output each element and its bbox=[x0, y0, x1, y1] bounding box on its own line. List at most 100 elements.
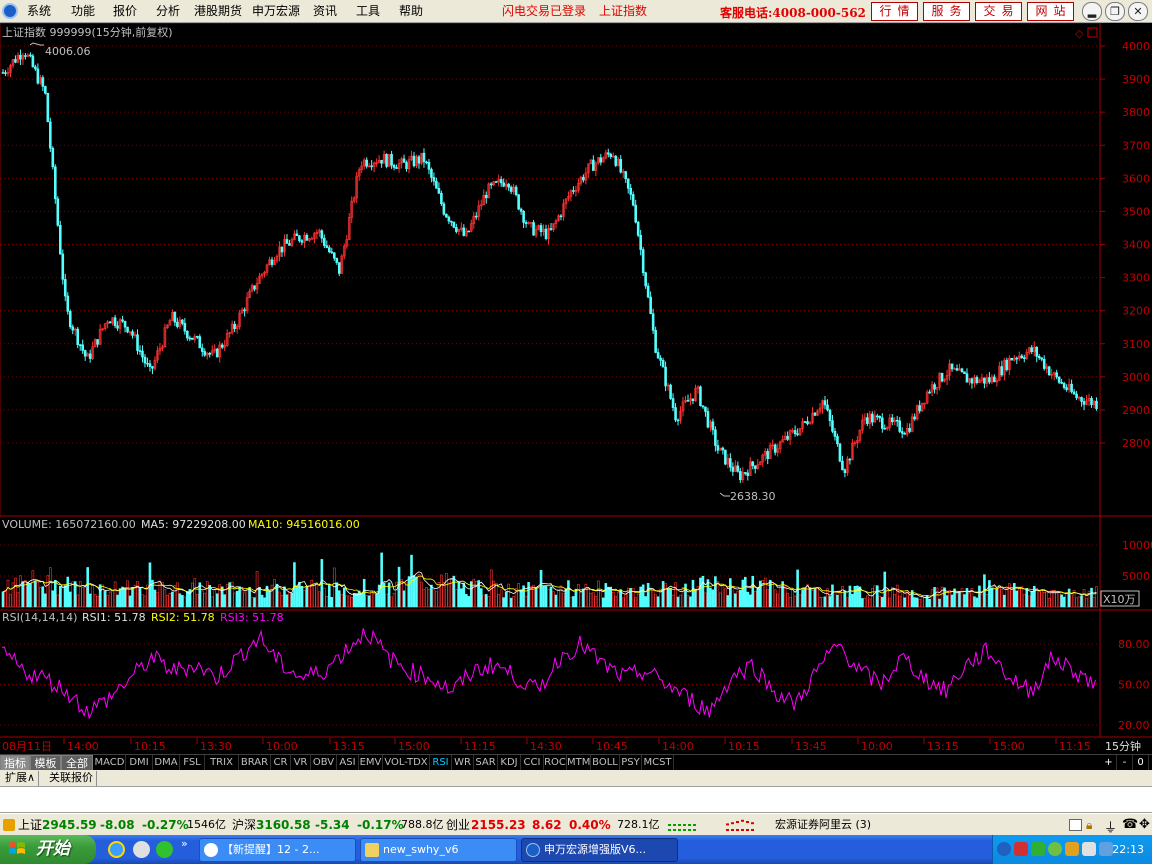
website-button[interactable]: 网站 bbox=[1027, 2, 1074, 21]
volume-bar bbox=[701, 575, 705, 608]
sh-price[interactable]: 2945.59 bbox=[42, 818, 97, 832]
hs-price[interactable]: 3160.58 bbox=[256, 818, 311, 832]
menu-system[interactable]: 系统 bbox=[27, 3, 51, 19]
indicator-tab-obv[interactable]: OBV bbox=[311, 755, 337, 771]
candle-body bbox=[138, 350, 142, 352]
maximize-pane-icon[interactable] bbox=[1087, 27, 1098, 38]
period-label[interactable]: 15分钟 bbox=[1105, 739, 1141, 753]
volume-bar bbox=[283, 586, 286, 608]
candle-body bbox=[674, 407, 677, 421]
flash-trade-status[interactable]: 闪电交易已登录 bbox=[502, 3, 586, 19]
volume-bar bbox=[517, 583, 520, 608]
menu-news[interactable]: 资讯 bbox=[313, 3, 337, 19]
indicator-tab-wr[interactable]: WR bbox=[452, 755, 474, 771]
task-folder[interactable]: new_swhy_v6 bbox=[360, 838, 517, 862]
kline-chart[interactable]: 4000 3900 3800 3700 3600 3500 3400 3300 3200 3100… bbox=[0, 23, 1152, 738]
window-icon[interactable] bbox=[1069, 819, 1082, 831]
quicklaunch-more-icon[interactable]: » bbox=[181, 837, 188, 850]
indicator-tab-cr[interactable]: CR bbox=[271, 755, 291, 771]
indicator-tab-macd[interactable]: MACD bbox=[94, 755, 126, 771]
tray-network-icon[interactable] bbox=[1099, 842, 1113, 856]
restore-icon[interactable]: ❐ bbox=[1105, 2, 1125, 21]
clock[interactable]: 22:13 bbox=[1112, 843, 1144, 856]
volume-bar bbox=[452, 575, 456, 608]
indicator-tab-rsi[interactable]: RSI bbox=[430, 755, 452, 771]
minimize-icon[interactable]: ▂ bbox=[1082, 2, 1102, 21]
reset-pane-button[interactable]: 0 bbox=[1133, 755, 1149, 771]
volume-bar bbox=[118, 588, 122, 608]
volume-bar bbox=[88, 593, 92, 608]
task-reminder[interactable]: 【新提醒】12 - 2... bbox=[199, 838, 356, 862]
settings-icon[interactable]: ✥ bbox=[1139, 817, 1150, 832]
indicator-tab-mcst[interactable]: MCST bbox=[642, 755, 674, 771]
menu-hk-futures[interactable]: 港股期货 bbox=[194, 3, 242, 19]
volume-bar bbox=[582, 588, 585, 608]
chart-area[interactable]: 4000 3900 3800 3700 3600 3500 3400 3300 3200 3100… bbox=[0, 23, 1152, 738]
menu-swhy[interactable]: 申万宏源 bbox=[252, 3, 300, 19]
app-logo-icon[interactable] bbox=[2, 3, 18, 19]
volume-bar bbox=[138, 586, 142, 608]
current-index-link[interactable]: 上证指数 bbox=[599, 3, 647, 19]
browser-icon[interactable] bbox=[156, 841, 173, 858]
indicator-tab-cci[interactable]: CCI bbox=[521, 755, 544, 771]
indicator-tab-brar[interactable]: BRAR bbox=[239, 755, 271, 771]
tray-play-icon[interactable] bbox=[1048, 842, 1062, 856]
tab-all[interactable]: 全部 bbox=[61, 755, 93, 771]
task-swhy-app[interactable]: 申万宏源增强版V6... bbox=[521, 838, 678, 862]
tray-arrow-icon[interactable] bbox=[997, 842, 1011, 856]
indicator-tab-fsl[interactable]: FSL bbox=[180, 755, 205, 771]
candle-body bbox=[36, 68, 40, 84]
signal-icon[interactable]: ⏚ bbox=[1104, 817, 1117, 836]
diamond-icon[interactable]: ◇ bbox=[1075, 27, 1084, 40]
cy-price[interactable]: 2155.23 bbox=[471, 818, 526, 832]
tray-volume-icon[interactable] bbox=[1082, 842, 1096, 856]
tray-app-icon[interactable] bbox=[1014, 842, 1028, 856]
broadcast-icon[interactable]: ☎ bbox=[1122, 817, 1138, 832]
indicator-tab-mtm[interactable]: MTM bbox=[567, 755, 591, 771]
indicator-tab-dmi[interactable]: DMI bbox=[126, 755, 153, 771]
remove-pane-button[interactable]: - bbox=[1117, 755, 1133, 771]
broker-server[interactable]: 宏源证券阿里云 (3) bbox=[775, 818, 871, 832]
trade-button[interactable]: 交易 bbox=[975, 2, 1022, 21]
indicator-tab-vr[interactable]: VR bbox=[291, 755, 311, 771]
add-pane-button[interactable]: + bbox=[1101, 755, 1117, 771]
indicator-tab-roc[interactable]: ROC bbox=[544, 755, 567, 771]
start-button[interactable]: 开始 bbox=[0, 835, 96, 864]
tab-template[interactable]: 模板 bbox=[30, 755, 61, 771]
desktop-icon[interactable] bbox=[133, 841, 150, 858]
ie-icon[interactable] bbox=[108, 841, 125, 858]
tab-extend[interactable]: 扩展∧ bbox=[2, 771, 40, 786]
candle-body bbox=[298, 235, 301, 241]
volume-bar bbox=[734, 593, 737, 608]
candle-body bbox=[751, 461, 755, 467]
lock-icon[interactable]: 🔒︎ bbox=[1086, 818, 1092, 833]
menu-tools[interactable]: 工具 bbox=[356, 3, 380, 19]
ticker-menu-icon[interactable] bbox=[3, 819, 15, 831]
quote-button[interactable]: 行情 bbox=[871, 2, 918, 21]
menu-function[interactable]: 功能 bbox=[71, 3, 95, 19]
tab-indicator[interactable]: 指标 bbox=[0, 755, 30, 771]
menu-analysis[interactable]: 分析 bbox=[156, 3, 180, 19]
menu-help[interactable]: 帮助 bbox=[399, 3, 423, 19]
close-icon[interactable]: ✕ bbox=[1128, 2, 1148, 21]
indicator-tab-asi[interactable]: ASI bbox=[337, 755, 359, 771]
indicator-tab-trix[interactable]: TRIX bbox=[205, 755, 239, 771]
tray-shield-icon[interactable] bbox=[1031, 842, 1045, 856]
indicator-tab-emv[interactable]: EMV bbox=[359, 755, 383, 771]
indicator-tab-vol-tdx[interactable]: VOL-TDX bbox=[383, 755, 430, 771]
candle-body bbox=[908, 427, 911, 432]
indicator-tab-kdj[interactable]: KDJ bbox=[498, 755, 521, 771]
service-button[interactable]: 服务 bbox=[923, 2, 970, 21]
candle-body bbox=[68, 311, 72, 328]
indicator-tab-boll[interactable]: BOLL bbox=[591, 755, 620, 771]
indicator-tab-psy[interactable]: PSY bbox=[620, 755, 642, 771]
volume-bar bbox=[684, 583, 687, 608]
volume-bar bbox=[218, 584, 222, 608]
volume-bar bbox=[900, 592, 904, 608]
tray-security-icon[interactable] bbox=[1065, 842, 1079, 856]
volume-bar bbox=[54, 579, 57, 608]
tab-related-quotes[interactable]: 关联报价 bbox=[46, 771, 97, 786]
indicator-tab-dma[interactable]: DMA bbox=[153, 755, 180, 771]
menu-quote[interactable]: 报价 bbox=[113, 3, 137, 19]
indicator-tab-sar[interactable]: SAR bbox=[474, 755, 498, 771]
